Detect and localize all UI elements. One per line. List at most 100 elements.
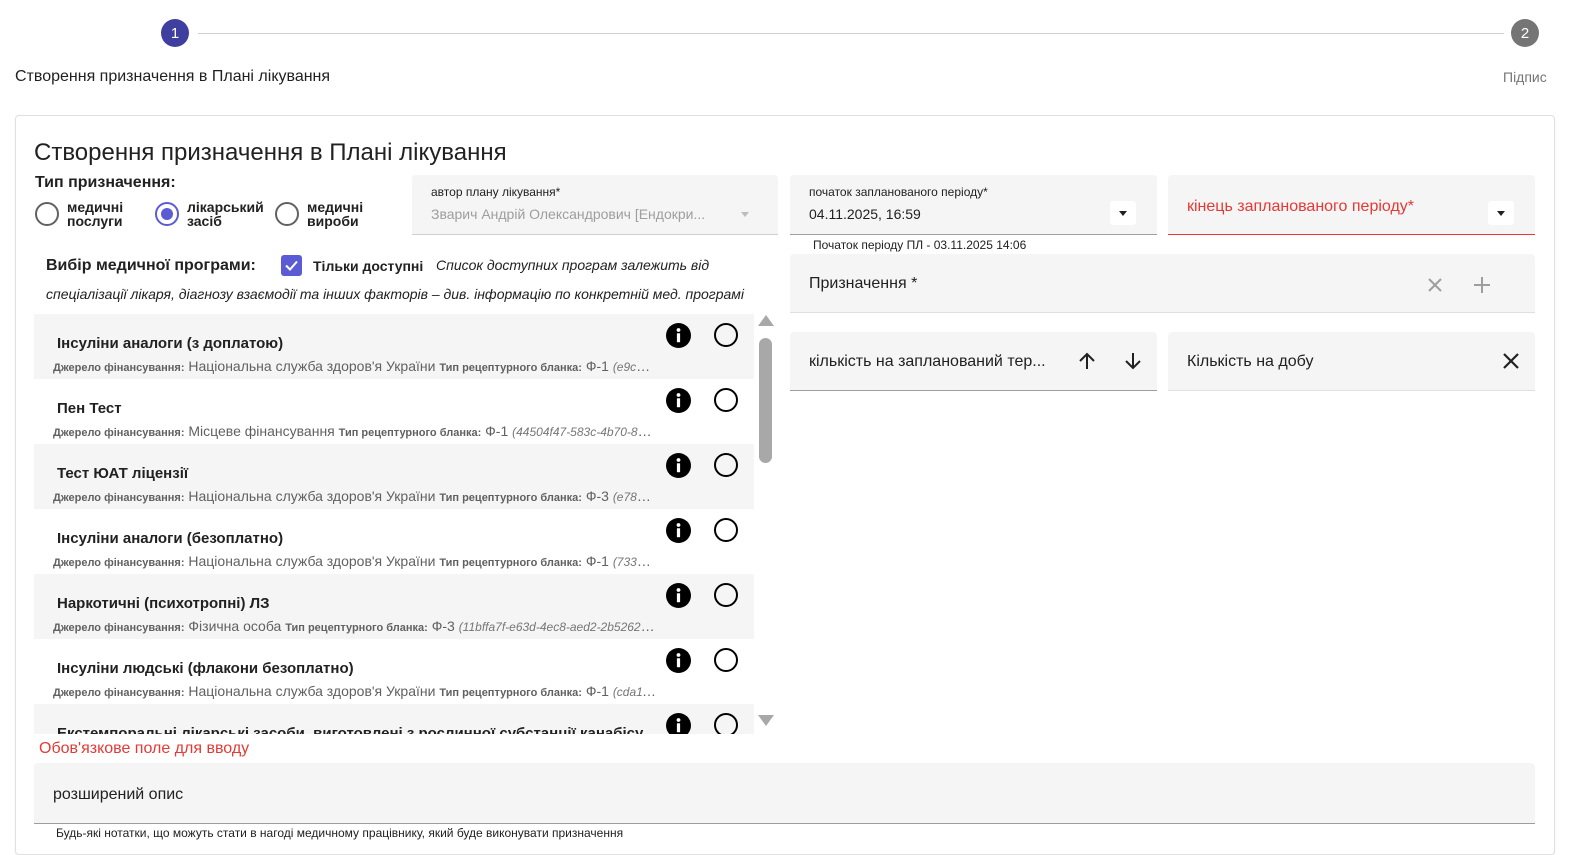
funding-key: Джерело фінансування:	[53, 622, 185, 634]
start-period-hint: Початок періоду ПЛ - 03.11.2025 14:06	[813, 238, 1027, 252]
program-note-line1: Список доступних програм залежить від	[436, 257, 710, 273]
program-list-item[interactable]: Екстемпоральні лікарські засоби, виготов…	[34, 704, 754, 734]
only-available-label: Тільки доступні	[313, 257, 424, 274]
radio-medical-services[interactable]: медичні послуги	[35, 200, 141, 228]
step-2-indicator[interactable]: 2	[1511, 19, 1539, 47]
scroll-down-arrow-icon[interactable]	[758, 715, 774, 726]
program-list-item[interactable]: Наркотичні (психотропні) ЛЗ Джерело фінан…	[34, 574, 754, 639]
form-key: Тип рецептурного бланка:	[439, 362, 582, 374]
info-icon[interactable]	[666, 583, 691, 608]
scroll-up-arrow-icon[interactable]	[758, 315, 774, 326]
funding-key: Джерело фінансування:	[53, 557, 185, 569]
prescription-type-label: Тип призначення:	[35, 174, 176, 191]
program-list-item[interactable]: Інсуліни аналоги (з доплатою) Джерело фін…	[34, 314, 754, 379]
step-1-label: Створення призначення в Плані лікування	[15, 68, 331, 85]
arrow-up-icon[interactable]	[1075, 349, 1099, 373]
funding-value: Фізична особа	[188, 618, 282, 634]
program-select-radio[interactable]	[714, 453, 738, 477]
scroll-thumb[interactable]	[759, 338, 772, 463]
funding-key: Джерело фінансування:	[53, 687, 185, 699]
program-meta: Джерело фінансування: Місцеве фінансуван…	[53, 423, 656, 439]
radio-medicine[interactable]: лікарський засіб	[155, 199, 264, 229]
form-value: Ф-1	[585, 683, 609, 699]
program-select-radio[interactable]	[714, 583, 738, 607]
quantity-field[interactable]: кількість на запланований тер...	[790, 332, 1157, 391]
program-select-radio[interactable]	[714, 323, 738, 347]
program-select-radio[interactable]	[714, 713, 738, 734]
only-available-toggle[interactable]: Тільки доступні	[281, 255, 423, 276]
stepper: 1 2 Створення призначення в Плані лікува…	[0, 0, 1572, 100]
program-title: Інсуліни людські (флакони безоплатно)	[57, 660, 354, 677]
program-title: Екстемпоральні лікарські засоби, виготов…	[57, 725, 644, 734]
info-icon[interactable]	[666, 648, 691, 673]
form-key: Тип рецептурного бланка:	[439, 687, 582, 699]
funding-value: Національна служба здоров'я України	[188, 683, 436, 699]
chevron-down-icon[interactable]	[1488, 201, 1514, 225]
form-value: Ф-1	[585, 553, 609, 569]
program-title: Інсуліни аналоги (з доплатою)	[57, 335, 284, 352]
close-icon[interactable]	[1499, 349, 1523, 373]
step-1-indicator[interactable]: 1	[161, 19, 189, 47]
program-title: Інсуліни аналоги (безоплатно)	[57, 530, 284, 547]
prescription-type-radio-group: медичні послуги лікарський засіб медичні…	[35, 200, 395, 228]
checkmark-icon	[285, 260, 298, 271]
program-list-item[interactable]: Тест ЮАТ ліцензії Джерело фінансування: Н…	[34, 444, 754, 509]
end-period-field[interactable]: кінець запланованого періоду*	[1168, 175, 1535, 235]
program-meta: Джерело фінансування: Фізична особа Тип …	[53, 618, 656, 634]
chevron-down-icon	[732, 202, 758, 226]
add-icon[interactable]	[1470, 273, 1494, 297]
program-select-radio[interactable]	[714, 388, 738, 412]
program-title: Пен Тест	[57, 400, 122, 417]
form-value: Ф-1	[585, 358, 609, 374]
program-id: (7335a3...	[612, 555, 656, 569]
start-period-label: початок запланованого періоду*	[809, 185, 988, 199]
form-value: Ф-3	[431, 618, 455, 634]
program-list-item[interactable]: Інсуліни аналоги (безоплатно) Джерело фін…	[34, 509, 754, 574]
form-value: Ф-3	[585, 488, 609, 504]
radio-label: медичні вироби	[307, 199, 364, 229]
purpose-field[interactable]: Призначення *	[790, 254, 1535, 313]
radio-button-checked[interactable]	[155, 202, 179, 226]
funding-value: Національна служба здоров'я України	[188, 488, 436, 504]
program-select-radio[interactable]	[714, 648, 738, 672]
arrow-down-icon[interactable]	[1121, 349, 1145, 373]
info-icon[interactable]	[666, 518, 691, 543]
start-period-value[interactable]: 04.11.2025, 16:59	[809, 206, 921, 222]
purpose-label: Призначення *	[809, 275, 918, 292]
radio-button[interactable]	[35, 202, 59, 226]
per-day-field[interactable]: Кількість на добу	[1168, 332, 1535, 391]
author-value: Зварич Андрій Олександрович [Ендокри...	[431, 206, 706, 222]
radio-label: медичні послуги	[67, 199, 124, 229]
radio-label: лікарський засіб	[187, 199, 264, 229]
clear-icon[interactable]	[1423, 273, 1447, 297]
program-id: (e9c6be...	[612, 360, 656, 374]
radio-button[interactable]	[275, 202, 299, 226]
program-id: (44504f47-583c-4b70-8b31-...	[512, 425, 656, 439]
program-list-item[interactable]: Пен Тест Джерело фінансування: Місцеве фі…	[34, 379, 754, 444]
quantity-label: кількість на запланований тер...	[809, 353, 1046, 370]
info-icon[interactable]	[666, 323, 691, 348]
program-meta: Джерело фінансування: Національна служба…	[53, 488, 656, 504]
program-id: (cda113...	[612, 685, 656, 699]
funding-key: Джерело фінансування:	[53, 362, 185, 374]
funding-key: Джерело фінансування:	[53, 427, 185, 439]
program-list: Інсуліни аналоги (з доплатою) Джерело фін…	[34, 314, 754, 734]
program-title: Наркотичні (психотропні) ЛЗ	[57, 595, 270, 612]
chevron-down-icon[interactable]	[1110, 201, 1136, 225]
only-available-checkbox[interactable]	[281, 255, 302, 276]
funding-value: Національна служба здоров'я України	[188, 553, 436, 569]
info-icon[interactable]	[666, 713, 691, 734]
start-period-field[interactable]: початок запланованого періоду* 04.11.202…	[790, 175, 1157, 235]
author-label: автор плану лікування*	[431, 185, 561, 199]
program-select-radio[interactable]	[714, 518, 738, 542]
program-id: (11bffa7f-e63d-4ec8-aed2-2b526241d...	[458, 620, 656, 634]
form-key: Тип рецептурного бланка:	[285, 622, 428, 634]
program-list-scrollbar[interactable]	[757, 314, 774, 734]
info-icon[interactable]	[666, 388, 691, 413]
radio-medical-devices[interactable]: медичні вироби	[275, 200, 381, 228]
description-field[interactable]: розширений опис	[34, 763, 1535, 824]
funding-value: Місцеве фінансування	[188, 423, 335, 439]
info-icon[interactable]	[666, 453, 691, 478]
funding-key: Джерело фінансування:	[53, 492, 185, 504]
program-list-item[interactable]: Інсуліни людські (флакони безоплатно) Дже…	[34, 639, 754, 704]
